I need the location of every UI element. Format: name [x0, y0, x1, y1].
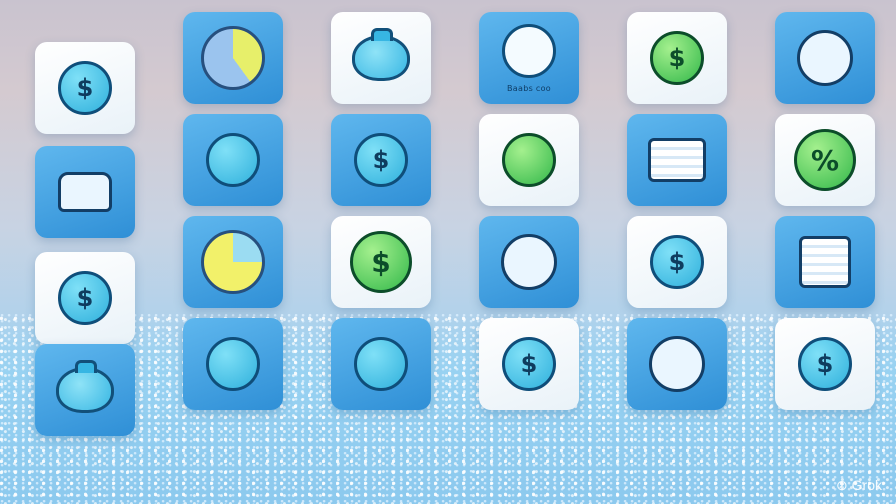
tile-caption: Baabs coo [507, 83, 551, 93]
piggy-bank-icon [352, 28, 410, 81]
app-tile-coin-6[interactable]: $ [775, 318, 875, 410]
app-tile-yellow-pie[interactable] [183, 216, 283, 308]
dollar-coin-icon: $ [354, 133, 408, 187]
dollar-coin-green-icon: $ [650, 31, 704, 85]
dollar-coin-icon: $ [798, 337, 852, 391]
app-tile-register[interactable] [627, 114, 727, 206]
app-tile-coin[interactable]: $ [35, 42, 135, 134]
app-tile-dollar[interactable]: $ [331, 114, 431, 206]
app-tile-caption[interactable]: Baabs coo [479, 12, 579, 104]
coin-icon [502, 23, 556, 78]
atm-machine-icon [799, 236, 851, 288]
icon-grid: $ Baabs coo $ $ % $ $ $ $ $ [0, 0, 896, 504]
face-coin-icon [206, 133, 260, 187]
safe-coin-icon [649, 336, 705, 392]
app-tile-piggy-bank[interactable] [331, 12, 431, 104]
pig-coin-icon [354, 337, 408, 391]
dollar-coin-icon: $ [58, 61, 112, 115]
app-tile-pig-coin[interactable] [331, 318, 431, 410]
dollar-coin-icon: $ [650, 235, 704, 289]
app-tile-piggy-2[interactable] [35, 344, 135, 436]
app-tile-card-coin[interactable] [183, 318, 283, 410]
percent-coin-icon: % [794, 129, 856, 191]
dollar-coin-icon: $ [502, 337, 556, 391]
pie-chart-icon [201, 26, 265, 90]
app-tile-ring[interactable] [775, 12, 875, 104]
app-tile-dollar-4[interactable]: $ [627, 216, 727, 308]
app-tile-green-dollar[interactable]: $ [331, 216, 431, 308]
dollar-coin-icon: $ [58, 271, 112, 325]
refresh-coin-icon [797, 30, 853, 86]
app-tile-coin-3[interactable]: $ [35, 252, 135, 344]
piggy-bank-icon [56, 360, 114, 413]
bus-icon [58, 172, 112, 212]
app-tile-list-coin[interactable] [479, 216, 579, 308]
watermark: ⊘ Grok [836, 477, 882, 494]
card-coin-icon [206, 337, 260, 391]
app-tile-machine[interactable] [775, 216, 875, 308]
dollar-sign-icon: $ [350, 231, 412, 293]
app-tile-pause[interactable] [479, 114, 579, 206]
cash-register-icon [648, 138, 706, 182]
watermark-text: Grok [851, 477, 882, 493]
app-tile-percent[interactable]: % [775, 114, 875, 206]
list-coin-icon [501, 234, 557, 290]
app-tile-safe[interactable] [627, 318, 727, 410]
app-tile-face-coin[interactable] [183, 114, 283, 206]
app-tile-green-coin[interactable]: $ [627, 12, 727, 104]
app-tile-pie-chart[interactable] [183, 12, 283, 104]
pie-chart-icon [201, 230, 265, 294]
app-tile-vehicle[interactable] [35, 146, 135, 238]
sparkle-icon: ⊘ [836, 477, 848, 493]
app-tile-dollar-5[interactable]: $ [479, 318, 579, 410]
pause-coin-icon [502, 133, 556, 187]
